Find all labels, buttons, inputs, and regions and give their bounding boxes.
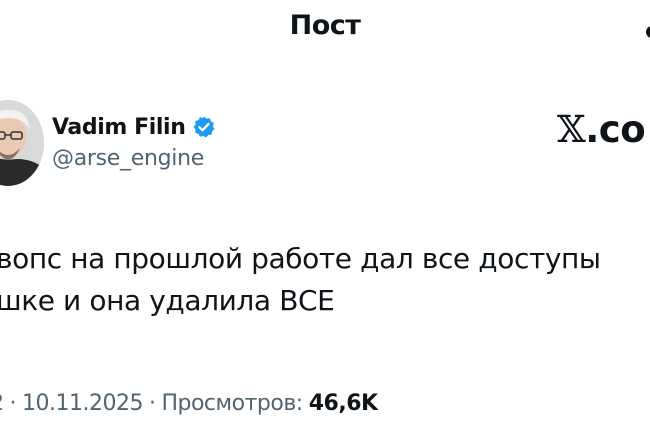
author-handle[interactable]: @arse_engine <box>52 146 204 171</box>
x-logo-watermark: 𝕏.co <box>557 108 646 151</box>
author-name[interactable]: Vadim Filin <box>52 115 186 140</box>
meta-separator: · <box>148 391 156 416</box>
meta-separator: · <box>9 391 17 416</box>
post-date[interactable]: 10.11.2025 <box>22 391 143 416</box>
views-label: Просмотров: <box>161 391 303 416</box>
post-body: вопс на прошлой работе дал все доступы ш… <box>0 238 650 322</box>
watermark-text: .co <box>585 108 646 151</box>
verified-badge-icon <box>192 115 216 139</box>
post-meta: 2 · 10.11.2025 · Просмотров: 46,6K <box>0 391 378 416</box>
post-time[interactable]: 2 <box>0 391 4 416</box>
post-text-line: шке и она удалила ВСЕ <box>0 284 335 317</box>
avatar[interactable] <box>0 100 44 186</box>
views-count[interactable]: 46,6K <box>309 391 378 416</box>
post-text-line: вопс на прошлой работе дал все доступы <box>0 242 601 275</box>
author-name-row[interactable]: Vadim Filin <box>52 112 216 142</box>
x-logo-icon: 𝕏 <box>557 108 586 151</box>
page-title: Пост <box>289 10 361 41</box>
